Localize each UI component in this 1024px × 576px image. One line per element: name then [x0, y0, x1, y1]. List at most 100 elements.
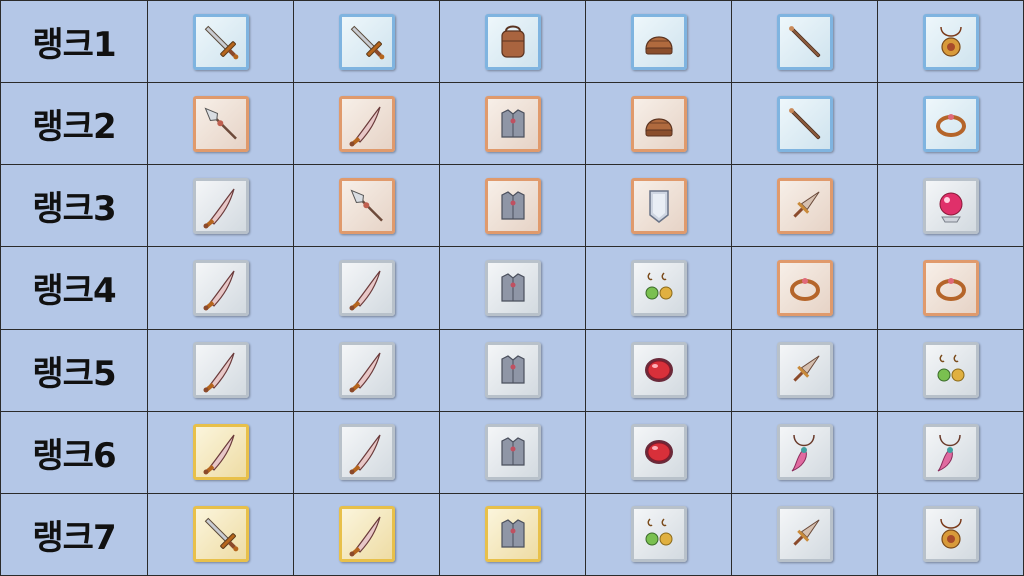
bracelet-icon [935, 277, 966, 301]
item-slot[interactable] [922, 342, 979, 399]
item-cell [293, 0, 440, 84]
item-slot[interactable] [338, 95, 395, 152]
item-slot[interactable] [484, 342, 541, 399]
item-slot[interactable] [776, 424, 833, 481]
item-cell [439, 82, 586, 166]
item-slot[interactable] [192, 95, 249, 152]
item-cell [293, 410, 440, 494]
table-row: 랭크2 [0, 82, 1024, 166]
item-cell [731, 328, 878, 412]
item-slot[interactable] [338, 424, 395, 481]
table-row: 랭크4 [0, 246, 1024, 330]
item-slot[interactable] [922, 259, 979, 316]
rank-label: 랭크4 [32, 271, 116, 312]
item-cell [731, 82, 878, 166]
item-cell [147, 0, 294, 84]
item-slot[interactable] [192, 506, 249, 563]
item-cell [877, 164, 1024, 248]
table-row: 랭크7 [0, 492, 1024, 576]
sword-icon [204, 518, 238, 552]
item-cell [877, 82, 1024, 166]
item-cell [731, 246, 878, 330]
gem-icon [644, 358, 673, 383]
item-slot[interactable] [484, 424, 541, 481]
helmet-icon [644, 35, 673, 55]
dagger-icon [792, 191, 820, 218]
item-slot[interactable] [192, 13, 249, 70]
item-cell [147, 492, 294, 576]
item-slot[interactable] [776, 177, 833, 234]
scimitar-icon [203, 434, 235, 475]
item-cell [877, 492, 1024, 576]
item-slot[interactable] [630, 95, 687, 152]
item-slot[interactable] [630, 13, 687, 70]
rank-cell: 랭크7 [0, 492, 148, 576]
item-slot[interactable] [922, 177, 979, 234]
item-cell [585, 164, 732, 248]
item-slot[interactable] [630, 506, 687, 563]
item-slot[interactable] [922, 13, 979, 70]
item-slot[interactable] [776, 259, 833, 316]
item-slot[interactable] [338, 506, 395, 563]
rank-cell: 랭크2 [0, 82, 148, 166]
item-slot[interactable] [484, 95, 541, 152]
item-slot[interactable] [630, 259, 687, 316]
rank-cell: 랭크4 [0, 246, 148, 330]
item-cell [731, 410, 878, 494]
item-slot[interactable] [484, 177, 541, 234]
item-slot[interactable] [630, 342, 687, 399]
item-cell [585, 0, 732, 84]
item-slot[interactable] [192, 342, 249, 399]
item-slot[interactable] [922, 506, 979, 563]
item-cell [439, 164, 586, 248]
chest-armor-icon [500, 519, 525, 549]
item-slot[interactable] [922, 424, 979, 481]
item-slot[interactable] [776, 342, 833, 399]
scimitar-icon [203, 270, 235, 311]
item-cell [731, 164, 878, 248]
item-slot[interactable] [192, 424, 249, 481]
dagger-icon [792, 355, 820, 382]
item-slot[interactable] [776, 506, 833, 563]
item-cell [877, 246, 1024, 330]
item-cell [439, 410, 586, 494]
earrings-icon [645, 518, 672, 546]
item-slot[interactable] [776, 13, 833, 70]
item-slot[interactable] [192, 259, 249, 316]
item-slot[interactable] [338, 342, 395, 399]
chest-armor-icon [500, 273, 525, 302]
item-cell [439, 0, 586, 84]
item-slot[interactable] [630, 177, 687, 234]
item-cell [147, 246, 294, 330]
item-slot[interactable] [484, 506, 541, 563]
scimitar-icon [203, 352, 235, 393]
item-cell [293, 164, 440, 248]
feather-necklace-icon [937, 435, 961, 472]
item-slot[interactable] [484, 259, 541, 316]
item-cell [585, 82, 732, 166]
dagger-icon [792, 519, 820, 547]
shield-icon [648, 190, 669, 223]
chest-armor-icon [500, 108, 525, 138]
item-cell [293, 246, 440, 330]
item-cell [293, 492, 440, 576]
rank-label: 랭크5 [32, 353, 116, 394]
item-cell [731, 492, 878, 576]
spear-icon [204, 107, 237, 140]
item-slot[interactable] [630, 424, 687, 481]
staff-icon [788, 107, 820, 139]
item-slot[interactable] [338, 13, 395, 70]
bracelet-icon [789, 277, 820, 301]
item-slot[interactable] [338, 177, 395, 234]
item-slot[interactable] [922, 95, 979, 152]
scimitar-icon [203, 188, 235, 229]
item-slot[interactable] [484, 13, 541, 70]
item-slot[interactable] [776, 95, 833, 152]
item-slot[interactable] [192, 177, 249, 234]
item-cell [877, 410, 1024, 494]
crystal-orb-icon [939, 192, 962, 223]
item-cell [439, 492, 586, 576]
earrings-icon [645, 272, 672, 300]
chest-armor-icon [500, 191, 525, 220]
item-slot[interactable] [338, 259, 395, 316]
